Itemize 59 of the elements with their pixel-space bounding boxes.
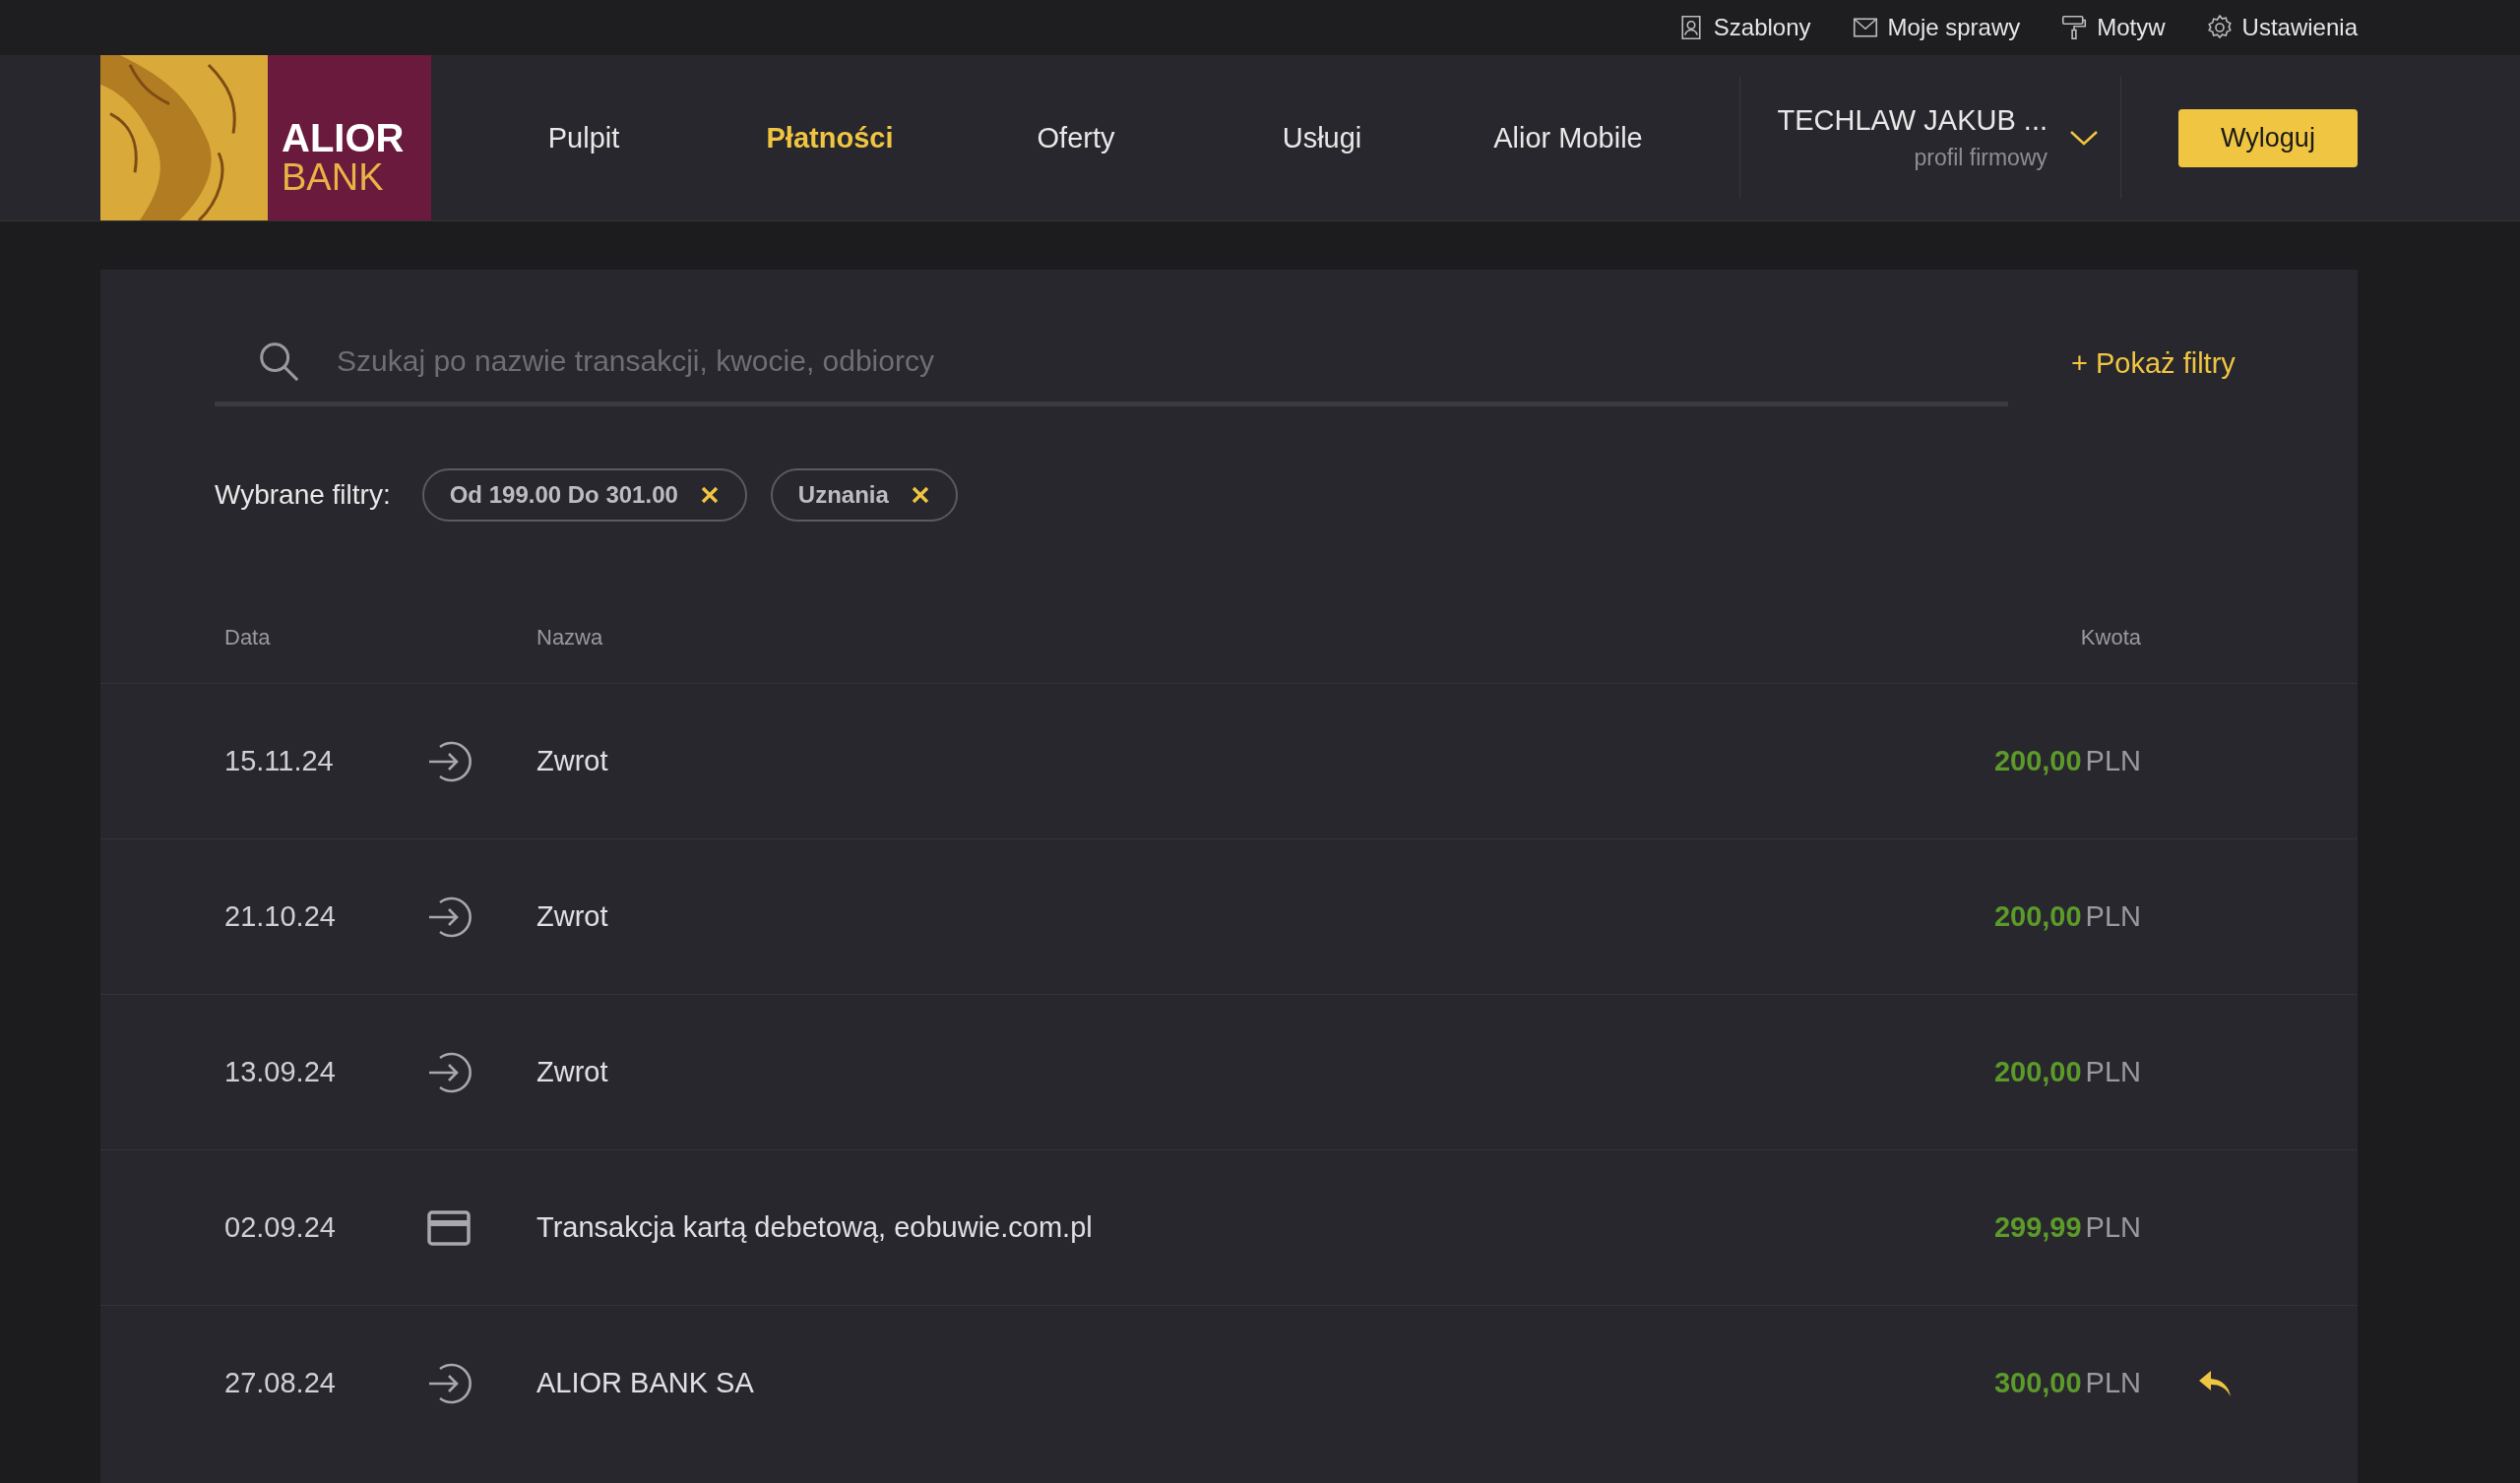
transaction-name: Zwrot <box>536 900 609 933</box>
filters-label: Wybrane filtry: <box>215 479 391 511</box>
search-field[interactable]: Szukaj po nazwie transakcji, kwocie, odbiorcy <box>335 342 2008 379</box>
bank-logo[interactable]: ALIOR BANK <box>100 55 431 220</box>
logo-wordmark: ALIOR <box>282 118 406 157</box>
column-header: Kwota <box>2079 625 2141 650</box>
filter-chip-label: Uznania <box>797 481 889 509</box>
logo-wordmark: BANK <box>282 157 385 197</box>
transaction-name: Transakcja kartą debetową, eobuwie.com.pl <box>536 1211 1094 1244</box>
top-link[interactable]: Motyw <box>2059 13 2166 42</box>
transaction-row[interactable]: 13.09.24 Zwrot 200,00 PLN <box>100 994 2358 1149</box>
transaction-name: Zwrot <box>536 1056 609 1088</box>
amount-value: 300,00 <box>1993 1367 2082 1399</box>
close-icon[interactable] <box>699 485 720 505</box>
top-link-label: Moje sprawy <box>1887 14 2021 41</box>
top-link-label: Ustawienia <box>2241 14 2358 41</box>
nav-tab[interactable]: Pulpit <box>461 121 707 154</box>
chevron-down-icon <box>2069 129 2099 147</box>
currency: PLN <box>2085 1367 2141 1399</box>
transaction-date: 02.09.24 <box>224 1211 337 1244</box>
amount-value: 200,00 <box>1993 745 2082 777</box>
logout-button[interactable]: Wyloguj <box>2178 108 2358 167</box>
transaction-name: ALIOR BANK SA <box>536 1367 755 1399</box>
currency: PLN <box>2085 1211 2141 1244</box>
filter-chip[interactable]: Uznania <box>770 468 958 522</box>
amount-value: 200,00 <box>1993 900 2082 933</box>
top-link[interactable]: Szablony <box>1675 13 1811 42</box>
top-link-label: Szablony <box>1713 14 1811 41</box>
profile-name: TECHLAW JAKUB ... <box>1777 104 2048 137</box>
card-icon <box>427 1209 471 1246</box>
transaction-name: Zwrot <box>536 745 609 777</box>
transaction-date: 21.10.24 <box>224 900 337 933</box>
top-link-label: Motyw <box>2097 14 2166 41</box>
transaction-row[interactable]: 15.11.24 Zwrot 200,00 PLN <box>100 683 2358 838</box>
transaction-row[interactable]: 21.10.24 Zwrot 200,00 PLN <box>100 838 2358 994</box>
nav-tab[interactable]: Alior Mobile <box>1445 121 1691 154</box>
filter-chip[interactable]: Od 199.00 Do 301.00 <box>421 468 747 522</box>
nav-tab[interactable]: Płatności <box>707 121 953 154</box>
currency: PLN <box>2085 900 2141 933</box>
currency: PLN <box>2085 745 2141 777</box>
close-icon[interactable] <box>910 485 930 505</box>
column-header: Data <box>224 625 272 650</box>
nav-tab[interactable]: Usługi <box>1199 121 1445 154</box>
profile-switcher[interactable]: TECHLAW JAKUB ... profil firmowy <box>1738 77 2121 199</box>
amount-value: 200,00 <box>1993 1056 2082 1088</box>
column-header: Nazwa <box>536 625 604 650</box>
profile-type: profil firmowy <box>1914 145 2048 171</box>
amount-value: 299,99 <box>1993 1211 2082 1244</box>
show-filters-link[interactable]: + Pokaż filtry <box>2071 346 2236 380</box>
currency: PLN <box>2085 1056 2141 1088</box>
filter-chip-label: Od 199.00 Do 301.00 <box>449 481 678 509</box>
transaction-row[interactable]: 27.08.24 ALIOR BANK SA 300,00 PLN <box>100 1305 2358 1460</box>
transaction-date: 15.11.24 <box>224 745 335 777</box>
transaction-row[interactable]: 02.09.24 Transakcja kartą debetową, eobuwie.com.pl 299,99 PLN <box>100 1149 2358 1305</box>
top-link[interactable]: Ustawienia <box>2204 13 2358 42</box>
transaction-date: 27.08.24 <box>224 1367 337 1399</box>
top-link[interactable]: Moje sprawy <box>1850 13 2021 42</box>
nav-tab[interactable]: Oferty <box>953 121 1199 154</box>
transaction-date: 13.09.24 <box>224 1056 337 1088</box>
